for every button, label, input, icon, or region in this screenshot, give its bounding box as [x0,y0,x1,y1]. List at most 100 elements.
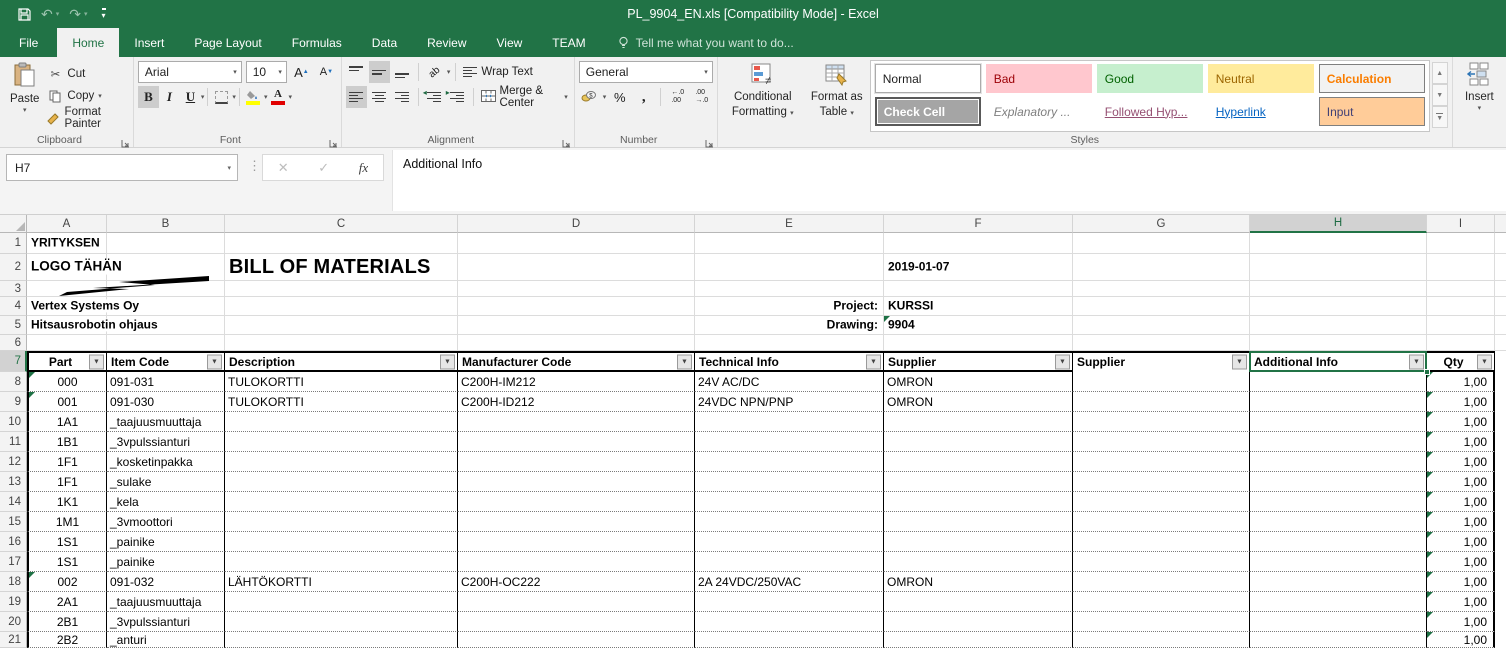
cell-E11[interactable] [695,432,884,452]
row-header-2[interactable]: 2 [0,254,27,281]
cell-F8[interactable]: OMRON [884,372,1073,392]
cell-H11[interactable] [1250,432,1427,452]
copy-button[interactable]: Copy▾ [45,85,128,107]
top-align-button[interactable] [346,61,367,83]
cell-G5[interactable] [1073,316,1250,335]
merge-center-dropdown-icon[interactable]: ▾ [564,93,568,101]
cell-D17[interactable] [458,552,695,572]
cell-B12[interactable]: _kosketinpakka [107,452,225,472]
cell-E21[interactable] [695,632,884,648]
cell-E12[interactable] [695,452,884,472]
redo-dropdown-icon[interactable]: ▾ [84,10,88,18]
cell-E19[interactable] [695,592,884,612]
cell-G21[interactable] [1073,632,1250,648]
tab-insert[interactable]: Insert [119,28,179,57]
row-header-10[interactable]: 10 [0,412,27,432]
cell-I17[interactable]: 1,00 [1427,552,1495,572]
cell-F6[interactable] [884,335,1073,351]
style-normal[interactable]: Normal [875,64,981,93]
style-bad[interactable]: Bad [986,64,1092,93]
cell-C6[interactable] [225,335,458,351]
cell-E14[interactable] [695,492,884,512]
style-followed[interactable]: Followed Hyp... [1097,97,1203,126]
cell-D10[interactable] [458,412,695,432]
cell-G20[interactable] [1073,612,1250,632]
cell-E18[interactable]: 2A 24VDC/250VAC [695,572,884,592]
cell-G16[interactable] [1073,532,1250,552]
cell-H13[interactable] [1250,472,1427,492]
cell-D2[interactable] [458,254,695,281]
orientation-button[interactable]: ab [424,61,445,83]
column-header-C[interactable]: C [225,215,458,233]
row-header-14[interactable]: 14 [0,492,27,512]
row-header-15[interactable]: 15 [0,512,27,532]
comma-style-button[interactable]: , [633,86,654,108]
font-name-select[interactable]: Arial▾ [138,61,242,83]
cell-H8[interactable] [1250,372,1427,392]
cell-F11[interactable] [884,432,1073,452]
cell-G8[interactable] [1073,372,1250,392]
cell-B8[interactable]: 091-031 [107,372,225,392]
row-header-9[interactable]: 9 [0,392,27,412]
cell-A3[interactable] [27,281,107,297]
cell-B15[interactable]: _3vmoottori [107,512,225,532]
cell-G12[interactable] [1073,452,1250,472]
cell-H20[interactable] [1250,612,1427,632]
cell-B17[interactable]: _painike [107,552,225,572]
cell-H17[interactable] [1250,552,1427,572]
tab-review[interactable]: Review [412,28,481,57]
cell-I19[interactable]: 1,00 [1427,592,1495,612]
cell-B1[interactable] [107,233,225,254]
cell-A19[interactable]: 2A1 [27,592,107,612]
cell-E8[interactable]: 24V AC/DC [695,372,884,392]
cell-I20[interactable]: 1,00 [1427,612,1495,632]
undo-dropdown-icon[interactable]: ▾ [56,10,60,18]
undo-icon[interactable]: ↶ [41,7,53,21]
cell-E13[interactable] [695,472,884,492]
cell-F13[interactable] [884,472,1073,492]
alignment-dialog-launcher-icon[interactable] [562,135,571,144]
cell-A15[interactable]: 1M1 [27,512,107,532]
row-header-17[interactable]: 17 [0,552,27,572]
cell-B11[interactable]: _3vpulssianturi [107,432,225,452]
column-header-H[interactable]: H [1250,215,1427,233]
cell-A12[interactable]: 1F1 [27,452,107,472]
cell-D12[interactable] [458,452,695,472]
insert-cells-button[interactable]: Insert ▾ [1459,60,1500,132]
increase-font-size-button[interactable]: A▲ [291,61,312,83]
cell-H3[interactable] [1250,281,1427,297]
cell-H6[interactable] [1250,335,1427,351]
style-explanatory[interactable]: Explanatory ... [986,97,1092,126]
cell-G4[interactable] [1073,297,1250,316]
cell-I15[interactable]: 1,00 [1427,512,1495,532]
cut-button[interactable]: ✂ Cut [45,63,128,85]
bold-button[interactable]: B [138,86,159,108]
cell-A16[interactable]: 1S1 [27,532,107,552]
cell-C4[interactable] [225,297,458,316]
cell-E17[interactable] [695,552,884,572]
cell-C13[interactable] [225,472,458,492]
select-all-corner[interactable] [0,215,27,233]
cell-F1[interactable] [884,233,1073,254]
row-header-16[interactable]: 16 [0,532,27,552]
cell-E20[interactable] [695,612,884,632]
filter-dropdown-icon-E[interactable]: ▼ [866,354,881,369]
cell-F18[interactable]: OMRON [884,572,1073,592]
paste-button[interactable]: Paste ▾ [4,60,45,132]
filter-dropdown-icon-D[interactable]: ▼ [677,354,692,369]
cell-E16[interactable] [695,532,884,552]
clipboard-dialog-launcher-icon[interactable] [121,135,130,144]
cell-F9[interactable]: OMRON [884,392,1073,412]
styles-more-icon[interactable]: ▼ [1432,106,1448,128]
align-center-button[interactable] [369,86,390,108]
font-color-dropdown-icon[interactable]: ▾ [288,93,292,101]
accounting-format-button[interactable]: $ [579,86,600,108]
cell-I1[interactable] [1427,233,1495,254]
merge-center-button[interactable]: Merge & Center ▾ [479,86,570,108]
cell-D19[interactable] [458,592,695,612]
style-calculation[interactable]: Calculation [1319,64,1425,93]
cell-F19[interactable] [884,592,1073,612]
style-good[interactable]: Good [1097,64,1203,93]
row-header-18[interactable]: 18 [0,572,27,592]
header-cell-F7[interactable]: Supplier▼ [884,351,1073,372]
